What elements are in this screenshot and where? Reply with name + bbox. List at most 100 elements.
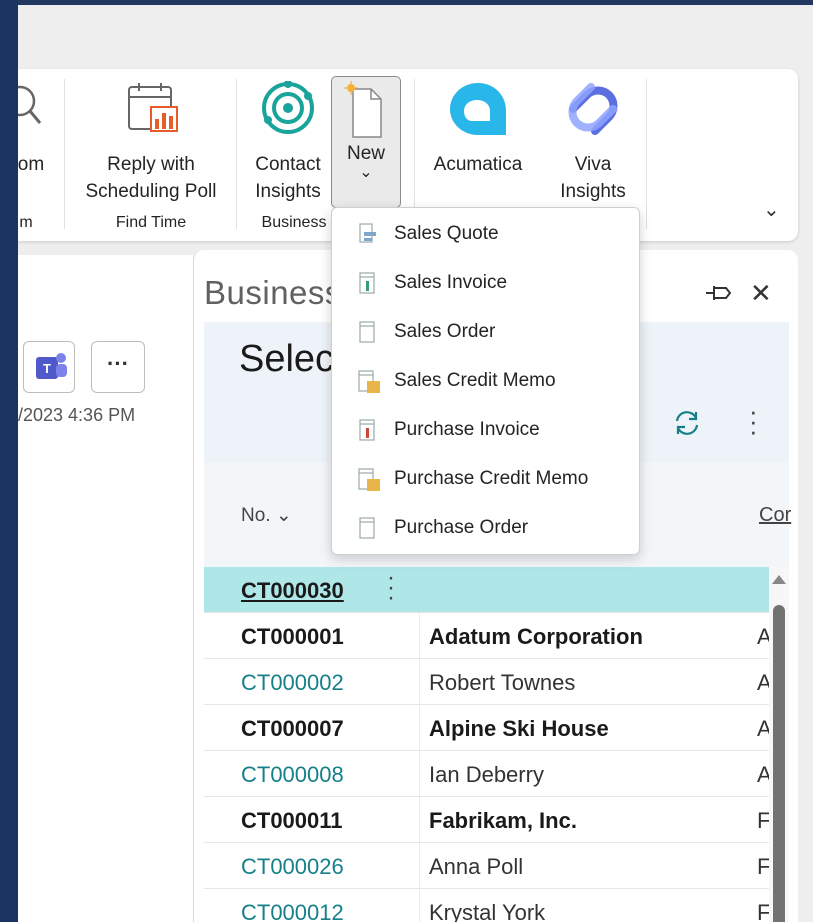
purchase-invoice-icon	[359, 419, 375, 441]
acumatica-label: Acumatica	[433, 154, 523, 175]
contact-insights-button[interactable]: Contact Insights	[246, 80, 330, 205]
teams-icon: T	[36, 353, 67, 379]
contact-line-1: Contact	[255, 154, 321, 175]
menu-item-purchase-credit-memo[interactable]: Purchase Credit Memo	[332, 455, 639, 503]
contacts-table: CT000030 · · · CT000001 Adatum Corporation…	[204, 566, 772, 922]
table-row[interactable]: CT000007 Alpine Ski House A	[204, 705, 772, 751]
search-group-label: m	[19, 214, 33, 231]
reply-line-2: Scheduling Poll	[85, 181, 217, 202]
table-row[interactable]: CT000026 Anna Poll F	[204, 843, 770, 889]
new-dropdown-menu: Sales Quote Sales Invoice Sales Order Sa…	[331, 207, 640, 555]
table-row[interactable]: CT000030 · · ·	[204, 566, 769, 613]
row-no[interactable]: CT000008	[241, 762, 344, 788]
ribbon-separator	[64, 79, 65, 229]
pin-icon[interactable]	[704, 282, 734, 304]
menu-item-label: Sales Credit Memo	[394, 370, 556, 391]
row-name: Anna Poll	[429, 854, 524, 879]
search-button[interactable]: om	[18, 81, 46, 178]
more-actions-icon[interactable]: · · ·	[749, 398, 758, 444]
column-divider	[419, 843, 420, 889]
menu-item-label: Purchase Invoice	[394, 419, 540, 440]
refresh-icon[interactable]	[672, 408, 702, 438]
column-header-no[interactable]: No. ⌄	[241, 504, 292, 527]
contact-insights-icon	[262, 80, 314, 134]
ribbon-expand-chevron-icon[interactable]: ⌄	[763, 197, 780, 222]
column-divider	[419, 659, 420, 705]
sales-order-icon	[359, 321, 375, 343]
column-divider	[419, 705, 420, 751]
row-name: Robert Townes	[429, 670, 576, 695]
purchase-credit-memo-icon	[358, 468, 380, 491]
menu-item-sales-invoice[interactable]: Sales Invoice	[332, 259, 639, 307]
more-options-button[interactable]: ···	[91, 341, 145, 393]
menu-item-purchase-invoice[interactable]: Purchase Invoice	[332, 406, 639, 454]
page-title: Selec	[239, 338, 335, 380]
find-time-group-label: Find Time	[115, 214, 187, 231]
scroll-thumb[interactable]	[773, 605, 785, 922]
row-no[interactable]: CT000007	[241, 716, 344, 742]
column-divider	[419, 797, 420, 843]
viva-insights-icon	[568, 83, 618, 135]
menu-item-purchase-order[interactable]: Purchase Order	[332, 504, 639, 552]
row-no[interactable]: CT000026	[241, 854, 344, 880]
close-icon[interactable]: ✕	[750, 278, 772, 309]
column-header-cor[interactable]: Cor	[759, 504, 791, 527]
row-no[interactable]: CT000030	[241, 578, 344, 604]
acumatica-button[interactable]: Acumatica	[423, 81, 533, 178]
row-name: Alpine Ski House	[429, 716, 609, 741]
calendar-chart-icon	[128, 83, 178, 132]
viva-line-1: Viva	[574, 154, 612, 175]
menu-item-label: Sales Order	[394, 321, 496, 342]
contact-card: T ··· /2023 4:36 PM	[18, 255, 193, 922]
column-divider	[419, 613, 420, 659]
row-no[interactable]: CT000011	[241, 808, 343, 834]
chevron-down-icon: ⌄	[359, 164, 373, 181]
table-row[interactable]: CT000002 Robert Townes A	[204, 659, 772, 705]
reply-with-scheduling-poll-button[interactable]: Reply with Scheduling Poll	[76, 81, 226, 205]
table-row[interactable]: CT000001 Adatum Corporation A	[204, 613, 772, 659]
acumatica-icon	[450, 83, 506, 135]
row-name: Ian Deberry	[429, 762, 544, 787]
menu-item-sales-credit-memo[interactable]: Sales Credit Memo	[332, 357, 639, 405]
table-row[interactable]: CT000012 Krystal York F	[204, 889, 770, 922]
teams-button[interactable]: T	[23, 341, 75, 393]
table-row[interactable]: CT000008 Ian Deberry A	[204, 751, 772, 797]
search-label: om	[18, 154, 45, 175]
row-no[interactable]: CT000012	[241, 900, 344, 922]
viva-insights-button[interactable]: Viva Insights	[548, 81, 638, 205]
contact-line-2: Insights	[255, 181, 321, 202]
row-name: Adatum Corporation	[429, 624, 643, 649]
column-divider	[419, 751, 420, 797]
outlook-window: om m Reply with Scheduling Poll Find Tim…	[18, 5, 813, 922]
pane-title: Business	[204, 274, 342, 311]
svg-text:T: T	[43, 361, 51, 376]
menu-item-sales-quote[interactable]: Sales Quote	[332, 210, 639, 258]
row-name: Fabrikam, Inc.	[429, 808, 577, 833]
contact-date: /2023 4:36 PM	[18, 405, 136, 425]
sales-credit-memo-icon	[358, 370, 380, 393]
row-actions-icon[interactable]: · · ·	[387, 566, 395, 610]
table-row[interactable]: CT000011 Fabrikam, Inc. F	[204, 797, 770, 843]
reply-line-1: Reply with	[107, 154, 195, 175]
sales-quote-icon	[359, 223, 376, 243]
menu-item-label: Purchase Credit Memo	[394, 468, 589, 489]
menu-item-label: Sales Invoice	[394, 272, 508, 293]
vertical-scrollbar[interactable]	[769, 567, 789, 922]
search-icon	[18, 85, 42, 124]
row-no[interactable]: CT000001	[241, 624, 344, 650]
ribbon-separator	[646, 79, 647, 229]
viva-line-2: Insights	[560, 181, 626, 202]
menu-item-sales-order[interactable]: Sales Order	[332, 308, 639, 356]
new-dropdown-button[interactable]: New ⌄	[331, 76, 401, 208]
menu-item-label: Sales Quote	[394, 223, 499, 244]
new-label: New	[346, 143, 385, 164]
row-name: Krystal York	[429, 900, 546, 922]
row-no[interactable]: CT000002	[241, 670, 344, 696]
scroll-up-arrow-icon[interactable]	[772, 575, 786, 584]
purchase-order-icon	[359, 517, 375, 539]
sales-invoice-icon	[359, 272, 375, 294]
background-edge	[0, 0, 18, 212]
new-document-icon	[344, 81, 382, 138]
menu-item-label: Purchase Order	[394, 517, 529, 538]
ribbon-separator	[236, 79, 237, 229]
